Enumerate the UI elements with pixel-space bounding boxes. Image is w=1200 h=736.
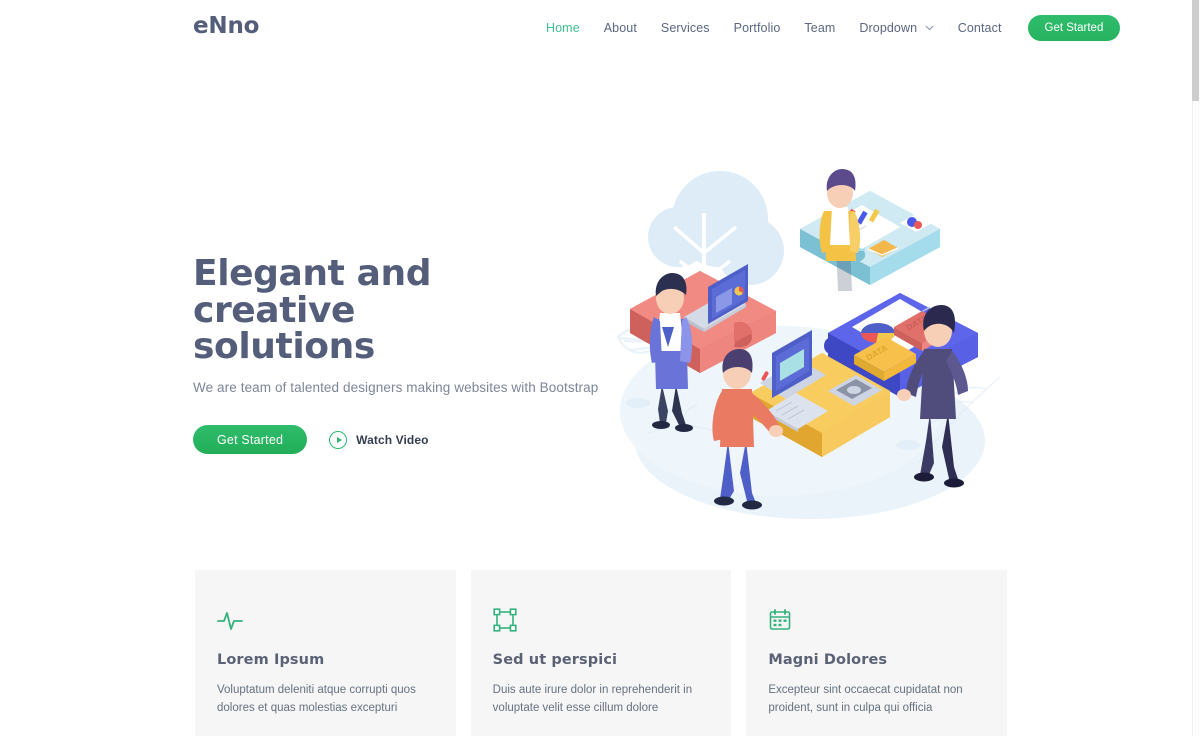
nav-item-home[interactable]: Home bbox=[540, 0, 592, 56]
chevron-down-icon bbox=[925, 25, 934, 31]
nav-item-about[interactable]: About bbox=[592, 0, 649, 56]
feature-card-description: Duis aute irure dolor in reprehenderit i… bbox=[492, 684, 693, 715]
feature-card-description: Excepteur sint occaecat cupidatat non pr… bbox=[768, 684, 963, 715]
feature-cards: Lorem Ipsum Voluptatum deleniti atque co… bbox=[195, 570, 1008, 736]
nav-label-about: About bbox=[603, 21, 637, 35]
hero-title: Elegant and creative solutions bbox=[193, 253, 432, 368]
hero-section: Elegant and creative solutions We are te… bbox=[0, 56, 1192, 556]
site-header: eNno Home About Services Portfolio Team … bbox=[0, 0, 1192, 56]
nav-label-contact: Contact bbox=[957, 21, 1002, 35]
feature-card[interactable]: Magni Dolores Excepteur sint occaecat cu… bbox=[746, 570, 1008, 736]
scrollbar-thumb[interactable] bbox=[1192, 0, 1199, 101]
feature-card-description: Voluptatum deleniti atque corrupti quos … bbox=[217, 684, 416, 715]
hero-illustration: DATA DATA bbox=[600, 141, 1010, 521]
bounding-box-icon bbox=[493, 608, 710, 636]
calendar-icon bbox=[768, 608, 985, 636]
nav-item-team[interactable]: Team bbox=[792, 0, 847, 56]
nav-item-dropdown[interactable]: Dropdown bbox=[847, 0, 945, 56]
nav-item-contact[interactable]: Contact bbox=[946, 0, 1014, 56]
hero-actions: Get Started Watch Video bbox=[193, 425, 613, 455]
feature-card[interactable]: Lorem Ipsum Voluptatum deleniti atque co… bbox=[195, 570, 456, 736]
activity-pulse-icon bbox=[217, 608, 434, 636]
nav-label-team: Team bbox=[804, 21, 836, 35]
feature-card[interactable]: Sed ut perspici Duis aute irure dolor in… bbox=[470, 570, 732, 736]
watch-video-label: Watch Video bbox=[356, 432, 429, 447]
nav-item-portfolio[interactable]: Portfolio bbox=[722, 0, 793, 56]
main-navigation: Home About Services Portfolio Team Dropd… bbox=[540, 0, 1121, 56]
nav-label-services: Services bbox=[660, 21, 710, 35]
feature-card-title: Lorem Ipsum bbox=[217, 652, 325, 668]
page-scrollbar[interactable] bbox=[1192, 0, 1200, 736]
hero-subtitle: We are team of talented designers making… bbox=[193, 380, 599, 396]
nav-item-services[interactable]: Services bbox=[649, 0, 722, 56]
page-root: eNno Home About Services Portfolio Team … bbox=[0, 0, 1200, 736]
site-logo[interactable]: eNno bbox=[193, 15, 259, 38]
header-get-started-button[interactable]: Get Started bbox=[1027, 15, 1121, 41]
feature-card-title: Magni Dolores bbox=[768, 652, 888, 668]
watch-video-button[interactable]: Watch Video bbox=[329, 430, 429, 449]
nav-label-dropdown: Dropdown bbox=[859, 21, 918, 35]
feature-card-title: Sed ut perspici bbox=[492, 652, 618, 668]
nav-label-home: Home bbox=[546, 21, 580, 35]
play-icon bbox=[329, 430, 348, 449]
hero-get-started-button[interactable]: Get Started bbox=[193, 425, 308, 455]
hero-text-block: Elegant and creative solutions We are te… bbox=[193, 253, 613, 455]
nav-label-portfolio: Portfolio bbox=[733, 21, 781, 35]
